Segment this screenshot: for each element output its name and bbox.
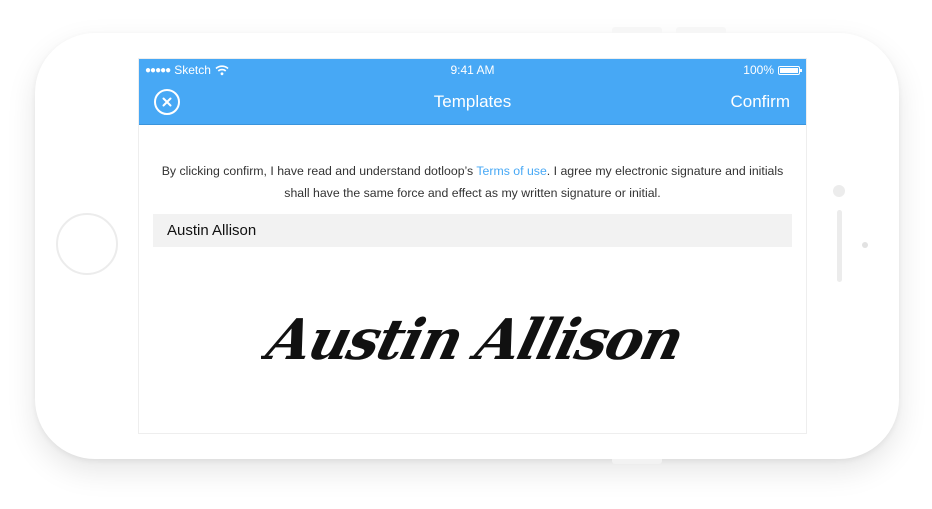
screen: ●●●●● Sketch 9:41 AM 100% Templates Conf… bbox=[139, 59, 806, 433]
speaker-slot bbox=[837, 210, 842, 282]
power-button bbox=[612, 459, 662, 464]
legal-text: By clicking confirm, I have read and und… bbox=[159, 160, 786, 204]
volume-button-2 bbox=[676, 27, 726, 33]
signature-image: Austin Allison bbox=[261, 308, 681, 373]
terms-of-use-link[interactable]: Terms of use bbox=[476, 164, 546, 178]
status-bar: ●●●●● Sketch 9:41 AM 100% bbox=[139, 59, 806, 81]
signer-name-header: Austin Allison bbox=[153, 214, 792, 247]
confirm-button[interactable]: Confirm bbox=[730, 92, 790, 112]
status-right: 100% bbox=[743, 63, 802, 77]
battery-icon bbox=[778, 65, 802, 75]
sensor-dot bbox=[862, 242, 868, 248]
status-time: 9:41 AM bbox=[450, 63, 495, 77]
signer-name: Austin Allison bbox=[167, 222, 257, 239]
home-button bbox=[56, 213, 118, 275]
battery-percent: 100% bbox=[743, 63, 774, 77]
volume-button bbox=[612, 27, 662, 33]
camera-dot bbox=[833, 185, 845, 197]
signature-text: Austin Allison bbox=[261, 308, 681, 373]
nav-bar: Templates Confirm bbox=[139, 81, 806, 125]
signature-area[interactable]: Austin Allison bbox=[153, 247, 792, 433]
legal-text-before: By clicking confirm, I have read and und… bbox=[161, 164, 477, 178]
nav-title: Templates bbox=[433, 92, 512, 111]
